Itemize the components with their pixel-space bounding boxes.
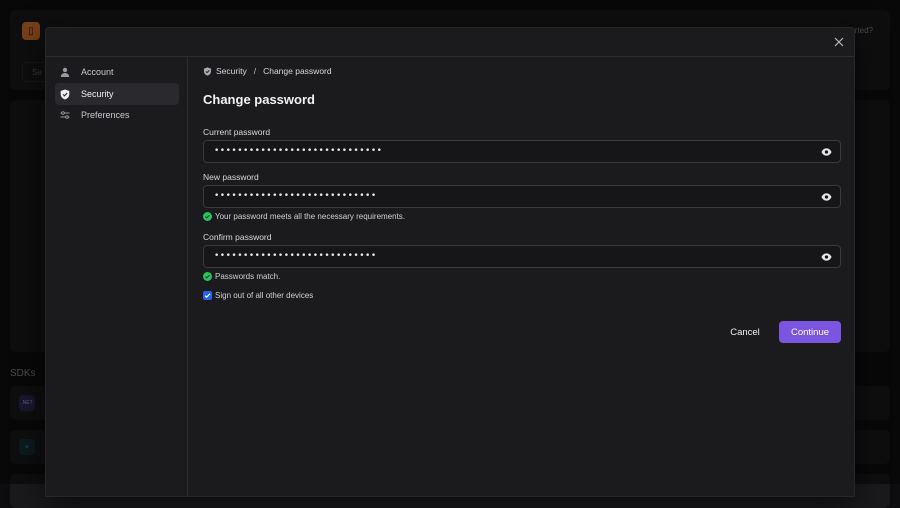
sidebar-item-preferences[interactable]: Preferences	[55, 104, 179, 126]
signout-checkbox-label[interactable]: Sign out of all other devices	[215, 291, 313, 300]
new-password-value: ••••••••••••••••••••••••••••	[214, 191, 377, 201]
breadcrumb-security[interactable]: Security	[216, 66, 247, 76]
settings-modal: Account Security Preferences Security / …	[45, 27, 855, 497]
new-password-label: New password	[203, 172, 259, 182]
sidebar-item-label: Account	[81, 67, 114, 77]
new-password-validation: Your password meets all the necessary re…	[203, 212, 405, 221]
signout-checkbox[interactable]	[203, 291, 212, 300]
continue-button[interactable]: Continue	[779, 321, 841, 343]
close-icon	[834, 37, 844, 47]
new-password-field[interactable]: ••••••••••••••••••••••••••••	[203, 185, 841, 208]
user-icon	[59, 66, 71, 78]
close-button[interactable]	[832, 35, 846, 49]
eye-icon[interactable]	[821, 252, 832, 262]
sidebar-item-security[interactable]: Security	[55, 83, 179, 105]
confirm-password-label: Confirm password	[203, 232, 272, 242]
check-circle-icon	[203, 272, 212, 281]
check-circle-icon	[203, 212, 212, 221]
breadcrumb: Security / Change password	[203, 66, 332, 76]
current-password-label: Current password	[203, 127, 270, 137]
confirm-password-validation: Passwords match.	[203, 272, 280, 281]
sidebar-item-account[interactable]: Account	[55, 61, 179, 83]
cancel-button[interactable]: Cancel	[723, 321, 767, 343]
eye-icon[interactable]	[821, 192, 832, 202]
validation-message: Passwords match.	[215, 272, 280, 281]
page-title: Change password	[203, 92, 315, 107]
checkmark-icon	[204, 292, 211, 299]
sliders-icon	[59, 109, 71, 121]
eye-icon[interactable]	[821, 147, 832, 157]
current-password-value: •••••••••••••••••••••••••••••	[214, 146, 382, 156]
breadcrumb-change-password: Change password	[263, 66, 332, 76]
confirm-password-value: ••••••••••••••••••••••••••••	[214, 251, 377, 261]
shield-icon	[59, 88, 71, 100]
shield-icon	[203, 67, 212, 76]
signout-option: Sign out of all other devices	[203, 291, 313, 300]
confirm-password-field[interactable]: ••••••••••••••••••••••••••••	[203, 245, 841, 268]
sidebar-item-label: Preferences	[81, 110, 130, 120]
validation-message: Your password meets all the necessary re…	[215, 212, 405, 221]
current-password-field[interactable]: •••••••••••••••••••••••••••••	[203, 140, 841, 163]
sidebar-item-label: Security	[81, 89, 114, 99]
breadcrumb-separator: /	[254, 66, 256, 76]
